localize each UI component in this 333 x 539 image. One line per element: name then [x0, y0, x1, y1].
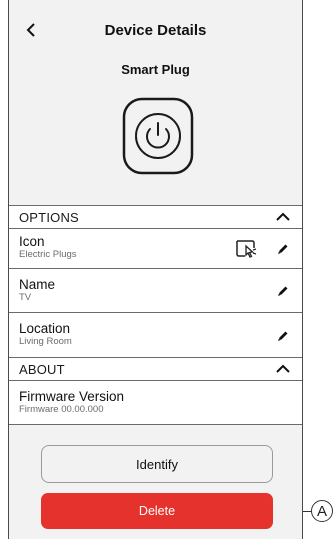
device-details-screen: Device Details Smart Plug OPTIONS Icon E… — [8, 0, 303, 539]
page-title: Device Details — [104, 22, 207, 39]
about-section-header[interactable]: ABOUT — [9, 357, 302, 381]
options-section-label: OPTIONS — [19, 209, 79, 225]
firmware-row-title: Firmware Version — [19, 389, 125, 404]
location-row-value: Living Room — [19, 336, 72, 347]
name-row[interactable]: Name TV — [9, 269, 302, 313]
smart-plug-icon — [122, 97, 194, 175]
location-row[interactable]: Location Living Room — [9, 313, 302, 358]
firmware-row-value: Firmware 00.00.000 — [19, 404, 104, 415]
device-name: Smart Plug — [121, 62, 190, 77]
icon-row[interactable]: Icon Electric Plugs — [9, 229, 302, 269]
electric-plug-icon — [236, 240, 257, 258]
edit-icon-button[interactable] — [276, 242, 290, 256]
edit-icon-button[interactable] — [276, 329, 290, 343]
about-section-label: ABOUT — [19, 361, 65, 377]
identify-button[interactable]: Identify — [41, 445, 273, 483]
firmware-row: Firmware Version Firmware 00.00.000 — [9, 381, 302, 425]
delete-button[interactable]: Delete — [41, 493, 273, 529]
name-row-value: TV — [19, 292, 32, 303]
device-header: Device Details Smart Plug — [9, 0, 302, 205]
callout-marker: A — [311, 500, 333, 522]
chevron-up-icon — [276, 212, 290, 221]
chevron-up-icon — [276, 364, 290, 373]
edit-icon-button[interactable] — [276, 284, 290, 298]
location-row-title: Location — [19, 321, 71, 336]
name-row-title: Name — [19, 277, 56, 292]
options-section-header[interactable]: OPTIONS — [9, 205, 302, 229]
